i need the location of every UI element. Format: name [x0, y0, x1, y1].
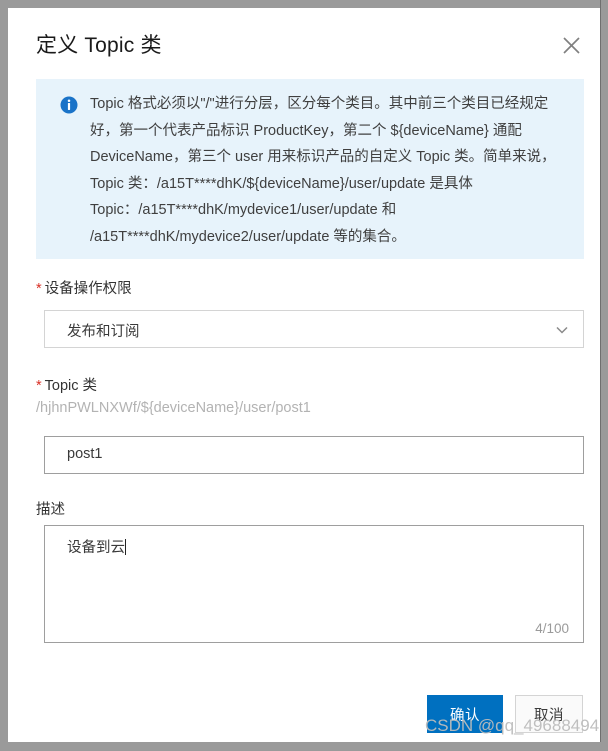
- topic-path-preview: /hjhnPWLNXWf/${deviceName}/user/post1: [36, 400, 311, 416]
- description-label-text: 描述: [36, 502, 65, 518]
- permission-field-label: * 设备操作权限: [36, 277, 132, 298]
- dialog-header: 定义 Topic 类: [8, 8, 600, 72]
- character-counter: 4/100: [535, 621, 569, 636]
- text-cursor: [125, 539, 126, 555]
- topic-input-value: post1: [67, 446, 103, 462]
- info-banner: Topic 格式必须以"/"进行分层，区分每个类目。其中前三个类目已经规定好，第…: [36, 79, 584, 259]
- description-field-label: 描述: [36, 498, 65, 519]
- window-bottom-edge: [0, 742, 608, 751]
- required-marker: *: [36, 378, 42, 394]
- permission-label-text: 设备操作权限: [44, 281, 132, 297]
- permission-select[interactable]: 发布和订阅: [44, 310, 584, 348]
- permission-select-value: 发布和订阅: [67, 324, 140, 340]
- required-marker: *: [36, 281, 42, 297]
- confirm-button[interactable]: 确认: [427, 695, 503, 733]
- description-text: 设备到云: [67, 540, 125, 556]
- window-right-edge: [600, 0, 608, 751]
- page-title: 定义 Topic 类: [36, 34, 162, 57]
- cancel-button[interactable]: 取消: [515, 695, 583, 733]
- description-textarea[interactable]: 设备到云 4/100: [44, 525, 584, 643]
- window-right-border: [600, 0, 601, 751]
- info-circle-icon: [60, 96, 78, 114]
- topic-label-text: Topic 类: [44, 378, 98, 394]
- info-banner-text: Topic 格式必须以"/"进行分层，区分每个类目。其中前三个类目已经规定好，第…: [90, 96, 556, 245]
- description-textarea-value: 设备到云: [67, 536, 126, 557]
- define-topic-dialog: 定义 Topic 类 Topic 格式必须以"/"进行分层，区分每个类目。其中前…: [8, 8, 600, 742]
- close-icon[interactable]: [556, 30, 586, 60]
- topic-field-label: * Topic 类: [36, 374, 97, 395]
- chevron-down-icon: [555, 323, 569, 337]
- topic-input[interactable]: post1: [44, 436, 584, 474]
